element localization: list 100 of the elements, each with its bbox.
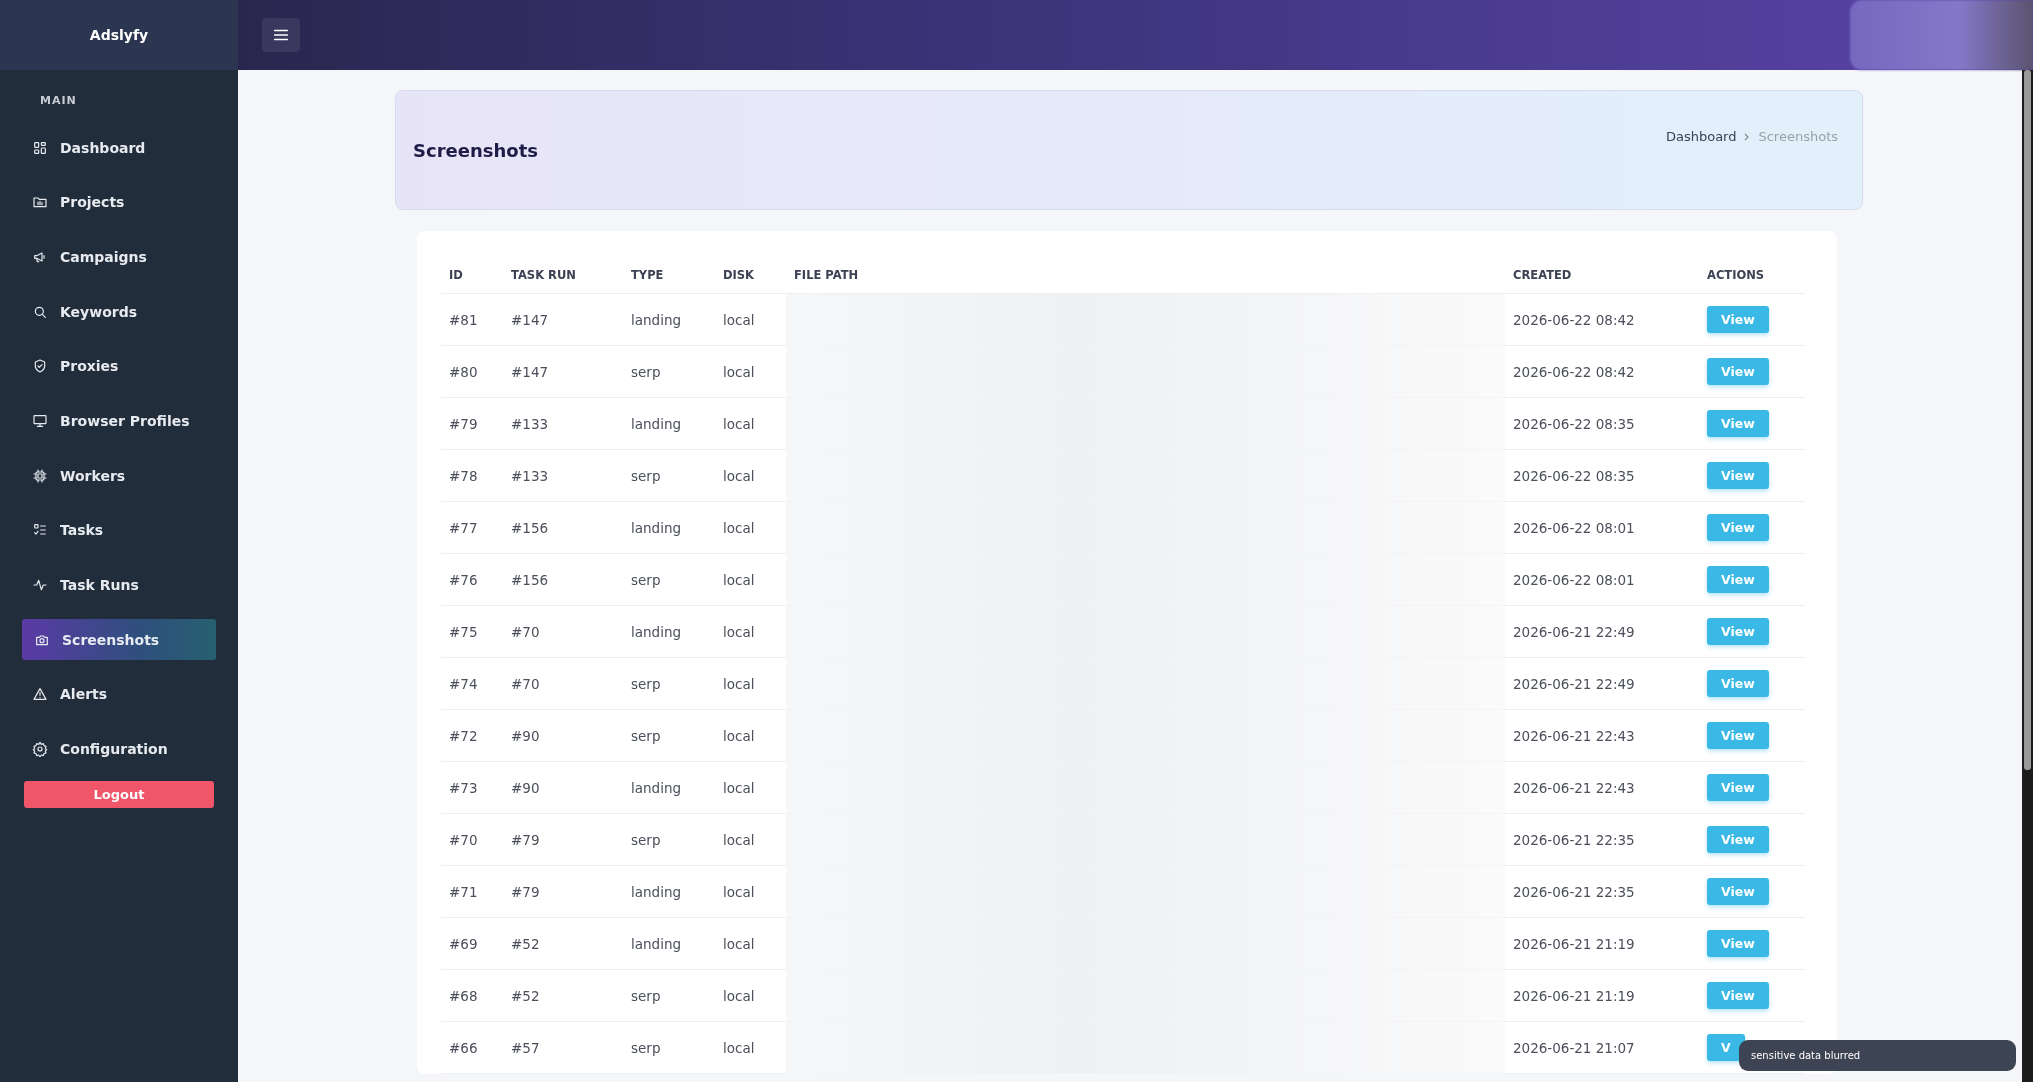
table-cell: #52	[503, 969, 623, 1022]
column-header: CREATED	[1505, 257, 1699, 294]
table-cell: #81	[441, 293, 503, 346]
sidebar-item[interactable]: Keywords	[22, 291, 216, 333]
table-cell: #77	[441, 501, 503, 554]
table-cell: serp	[623, 657, 715, 710]
table-cell: #74	[441, 657, 503, 710]
table-cell: #79	[503, 865, 623, 918]
table-cell: 2026-06-21 22:49	[1505, 657, 1699, 710]
view-button[interactable]: View	[1707, 566, 1769, 593]
table-cell: #79	[441, 397, 503, 450]
table-cell: landing	[623, 865, 715, 918]
view-button[interactable]: View	[1707, 722, 1769, 749]
table-cell: #80	[441, 345, 503, 398]
view-button[interactable]: View	[1707, 306, 1769, 333]
sidebar-item[interactable]: Browser Profiles	[22, 400, 216, 442]
table-cell: #69	[441, 917, 503, 970]
table-cell: landing	[623, 293, 715, 346]
menu-button[interactable]	[262, 18, 300, 52]
table-cell: serp	[623, 553, 715, 606]
column-header: FILE PATH	[786, 257, 1505, 294]
table-cell: #73	[441, 761, 503, 814]
table-cell: #70	[503, 605, 623, 658]
sidebar-item[interactable]: Campaigns	[22, 236, 216, 278]
view-button[interactable]: View	[1707, 774, 1769, 801]
table-cell: #70	[441, 813, 503, 866]
toast: sensitive data blurred	[1739, 1040, 2016, 1071]
table-cell: #133	[503, 397, 623, 450]
table-cell: #147	[503, 345, 623, 398]
table-cell: #78	[441, 449, 503, 502]
table-cell: serp	[623, 1021, 715, 1074]
sidebar-item[interactable]: Projects	[22, 181, 216, 223]
table-cell: #52	[503, 917, 623, 970]
table-cell: #156	[503, 501, 623, 554]
view-button[interactable]: View	[1707, 462, 1769, 489]
sidebar-item[interactable]: Task Runs	[22, 564, 216, 606]
column-header: TYPE	[623, 257, 715, 294]
column-header: DISK	[715, 257, 786, 294]
table-cell: #68	[441, 969, 503, 1022]
table-cell: 2026-06-22 08:35	[1505, 449, 1699, 502]
brand-name[interactable]: Adslyfy	[89, 27, 149, 43]
table-cell: 2026-06-21 22:35	[1505, 865, 1699, 918]
table-cell: landing	[623, 605, 715, 658]
view-button[interactable]: View	[1707, 670, 1769, 697]
warning-icon	[32, 686, 48, 703]
view-button[interactable]: View	[1707, 982, 1769, 1009]
sidebar-item[interactable]: Workers	[22, 455, 216, 497]
sidebar-item[interactable]: Configuration	[22, 728, 216, 770]
table-cell: #72	[441, 709, 503, 762]
view-button[interactable]: View	[1707, 878, 1769, 905]
sidebar-item[interactable]: Screenshots	[22, 619, 216, 661]
table-cell: #147	[503, 293, 623, 346]
logout-button[interactable]: Logout	[24, 781, 214, 809]
table-cell: #90	[503, 709, 623, 762]
scrollbar[interactable]	[2022, 70, 2033, 1082]
table-cell: 2026-06-21 22:35	[1505, 813, 1699, 866]
table-cell: 2026-06-21 21:19	[1505, 969, 1699, 1022]
column-header: ACTIONS	[1699, 257, 1805, 294]
view-button[interactable]: V	[1707, 1034, 1745, 1061]
table-cell: #71	[441, 865, 503, 918]
breadcrumb-current: Screenshots	[1758, 129, 1838, 144]
table-cell: serp	[623, 449, 715, 502]
table-cell: landing	[623, 397, 715, 450]
section-label: MAIN	[39, 93, 78, 109]
chip-icon	[32, 467, 48, 484]
view-button[interactable]: View	[1707, 930, 1769, 957]
table-cell: 2026-06-22 08:01	[1505, 501, 1699, 554]
table-cell: #76	[441, 553, 503, 606]
table-cell: #79	[503, 813, 623, 866]
table-cell: #66	[441, 1021, 503, 1074]
table-cell: serp	[623, 813, 715, 866]
sidebar-item[interactable]: Tasks	[22, 509, 216, 551]
view-button[interactable]: View	[1707, 826, 1769, 853]
table-cell: #156	[503, 553, 623, 606]
column-header: ID	[441, 257, 503, 294]
table-cell: landing	[623, 761, 715, 814]
sidebar-item[interactable]: Dashboard	[22, 127, 216, 168]
view-button[interactable]: View	[1707, 410, 1769, 437]
table-cell: serp	[623, 969, 715, 1022]
settings-icon	[32, 741, 48, 758]
table-cell: serp	[623, 345, 715, 398]
sidebar-item[interactable]: Proxies	[22, 345, 216, 387]
table-cell: #75	[441, 605, 503, 658]
table-cell: 2026-06-22 08:35	[1505, 397, 1699, 450]
table-cell: 2026-06-21 21:19	[1505, 917, 1699, 970]
sidebar-item[interactable]: Alerts	[22, 673, 216, 715]
view-button[interactable]: View	[1707, 618, 1769, 645]
table-cell: #90	[503, 761, 623, 814]
table-cell: #57	[503, 1021, 623, 1074]
view-button[interactable]: View	[1707, 514, 1769, 541]
table-cell: 2026-06-21 22:49	[1505, 605, 1699, 658]
table-cell: 2026-06-21 22:43	[1505, 761, 1699, 814]
table-cell: 2026-06-22 08:42	[1505, 345, 1699, 398]
view-button[interactable]: View	[1707, 358, 1769, 385]
table-cell: 2026-06-22 08:42	[1505, 293, 1699, 346]
table-cell: serp	[623, 709, 715, 762]
dashboard-icon	[32, 139, 48, 156]
shield-icon	[32, 358, 48, 375]
table-cell: landing	[623, 917, 715, 970]
breadcrumb-link[interactable]: Dashboard	[1665, 129, 1737, 144]
